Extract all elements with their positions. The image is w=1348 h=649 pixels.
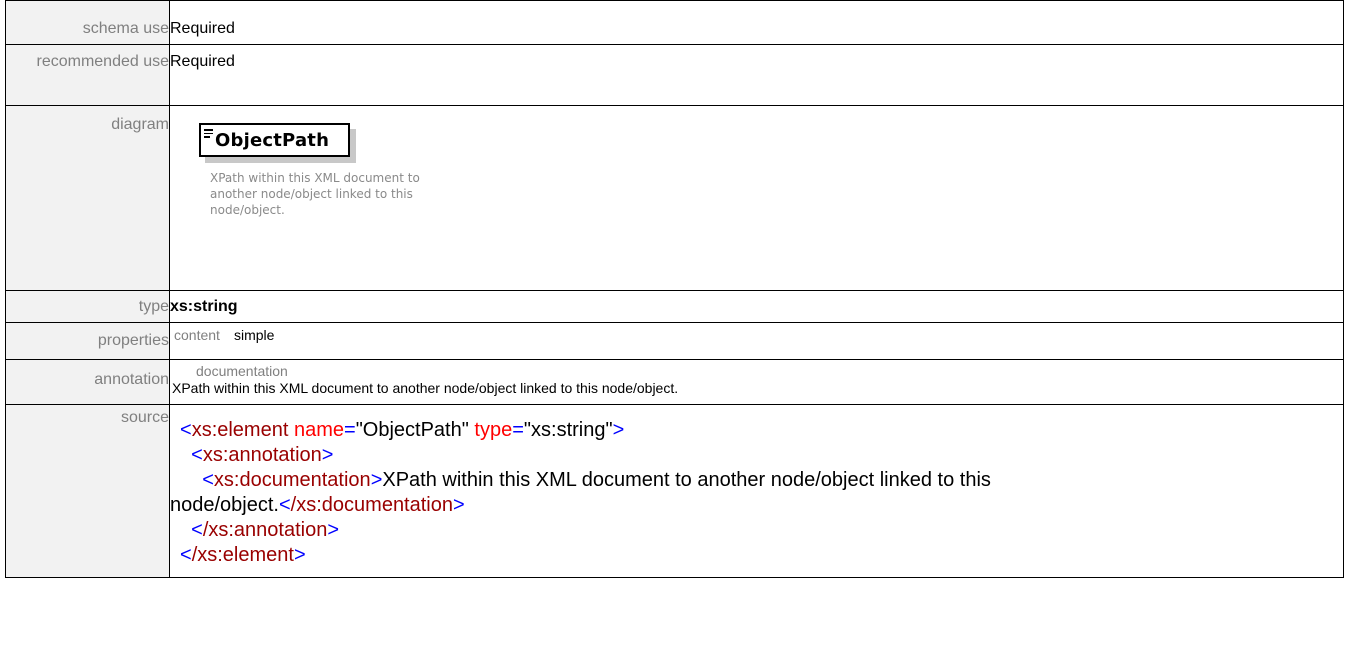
- type-label: type: [5, 290, 170, 323]
- source-line-5: </xs:annotation>: [191, 519, 340, 541]
- element-name: ObjectPath: [215, 130, 330, 151]
- source-line-2: <xs:annotation>: [191, 444, 334, 466]
- recommended-use-label: recommended use: [5, 44, 170, 106]
- properties-value: simple: [234, 327, 275, 343]
- source-documentation-text-1: XPath within this XML document to anothe…: [382, 469, 991, 491]
- schema-doc-table: schema use Required recommended use Requ…: [5, 0, 1344, 578]
- source-close-annotation-tag: /xs:annotation: [202, 519, 328, 541]
- type-value: xs:string: [169, 290, 1344, 323]
- source-documentation-tag: xs:documentation: [213, 469, 371, 491]
- source-line-4: node/object.</xs:documentation>: [170, 494, 465, 516]
- source-element-tag: xs:element: [191, 419, 289, 441]
- source-line-1: <xs:element name="ObjectPath" type="xs:s…: [180, 419, 625, 441]
- source-code: <xs:element name="ObjectPath" type="xs:s…: [170, 418, 1343, 568]
- diagram-label: diagram: [5, 105, 170, 291]
- schema-use-label: schema use: [5, 0, 170, 45]
- annotation-text: XPath within this XML document to anothe…: [172, 380, 679, 396]
- annotation-cell: documentation XPath within this XML docu…: [169, 359, 1344, 405]
- row-diagram: diagram ObjectPath XPath within this XML…: [5, 105, 1344, 291]
- source-attr-type: type: [474, 419, 513, 441]
- properties-label: properties: [5, 322, 170, 360]
- diagram-cell: ObjectPath XPath within this XML documen…: [169, 105, 1344, 291]
- source-close-documentation-tag: /xs:documentation: [290, 494, 453, 516]
- source-label: source: [5, 404, 170, 578]
- source-attr-name: name: [293, 419, 344, 441]
- row-source: source <xs:element name="ObjectPath" typ…: [5, 404, 1344, 578]
- schema-use-value: Required: [169, 0, 1344, 45]
- source-documentation-text-2: node/object.: [170, 494, 279, 516]
- diagram-annotation-note: XPath within this XML document to anothe…: [210, 171, 420, 217]
- source-attr-type-value: "xs:string": [523, 419, 613, 441]
- element-lines-icon: [204, 129, 213, 140]
- source-annotation-tag: xs:annotation: [202, 444, 322, 466]
- source-line-3: <xs:documentation>XPath within this XML …: [202, 469, 991, 491]
- source-line-6: </xs:element>: [180, 544, 306, 566]
- row-properties: properties content simple: [5, 322, 1344, 360]
- source-close-element-tag: /xs:element: [191, 544, 294, 566]
- row-schema-use: schema use Required: [5, 0, 1344, 45]
- properties-table: content simple: [174, 326, 274, 359]
- diagram-canvas: ObjectPath XPath within this XML documen…: [170, 106, 1343, 290]
- recommended-use-value: Required: [169, 44, 1344, 106]
- row-annotation: annotation documentation XPath within th…: [5, 359, 1344, 405]
- properties-key: content: [174, 327, 220, 343]
- properties-cell: content simple: [169, 322, 1344, 360]
- element-box[interactable]: ObjectPath: [199, 123, 350, 157]
- row-type: type xs:string: [5, 290, 1344, 323]
- source-cell: <xs:element name="ObjectPath" type="xs:s…: [169, 404, 1344, 578]
- source-attr-name-value: "ObjectPath": [355, 419, 469, 441]
- annotation-key: documentation: [196, 363, 288, 379]
- row-recommended-use: recommended use Required: [5, 44, 1344, 106]
- annotation-label: annotation: [5, 359, 170, 405]
